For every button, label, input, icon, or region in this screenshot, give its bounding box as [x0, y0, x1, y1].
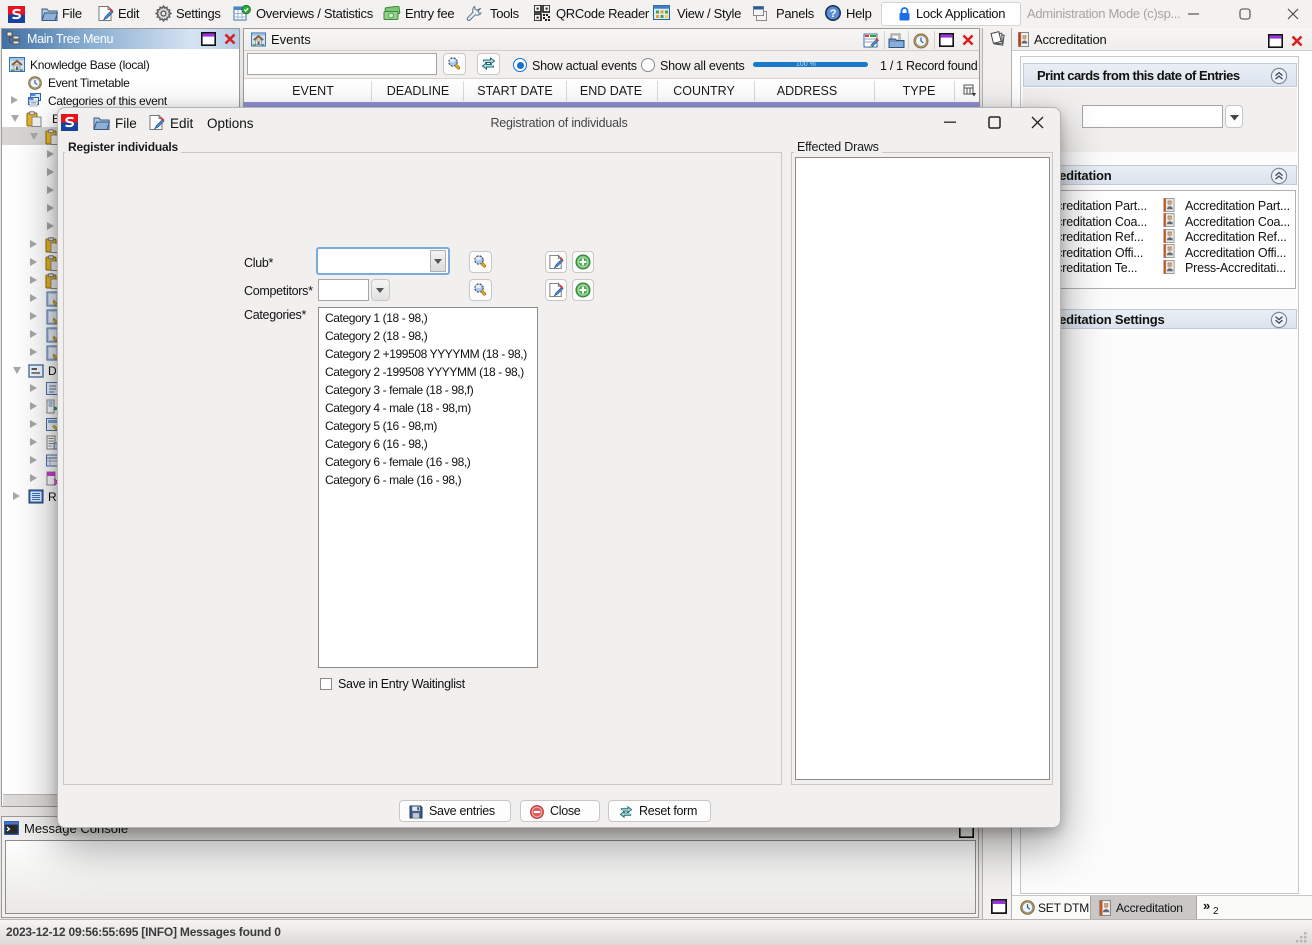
svg-text:?: ?: [830, 8, 837, 20]
